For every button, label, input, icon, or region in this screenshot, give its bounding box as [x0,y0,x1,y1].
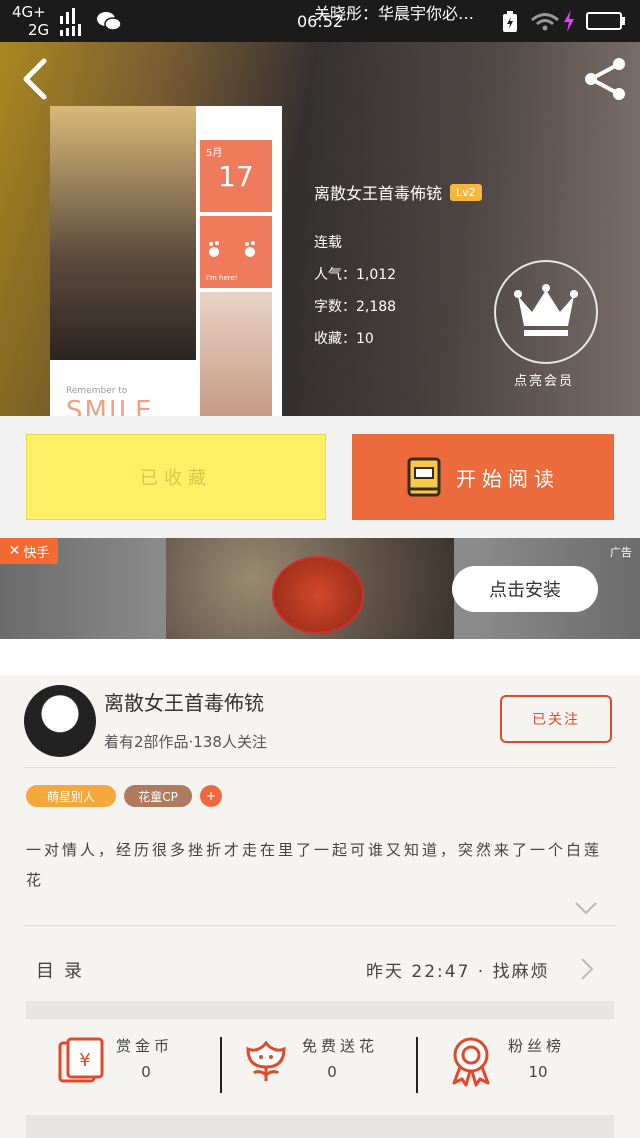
back-button[interactable] [14,54,54,104]
stat-popularity: 人气：1,012 [314,264,396,284]
reward-fan-ranking[interactable]: 粉丝榜 10 [448,1031,608,1101]
cover-im-here: I'm here! [206,274,238,282]
toc-label[interactable]: 目录 [36,957,92,983]
book-description: 一对情人，经历很多挫折才走在里了一起可谁又知道，突然来了一个白莲花 [26,841,603,889]
stat-word-count: 字数：2,188 [314,296,396,316]
ad-dish-highlight [272,556,364,634]
author-section: 离散女王首毒佈铳 着有2部作品·138人关注 已关注 萌星别人 花童CP + 一… [0,675,640,1138]
follow-button[interactable]: 已关注 [500,695,612,743]
avatar[interactable] [24,685,96,757]
cover-day: 17 [218,160,254,193]
vertical-divider [416,1037,418,1093]
start-reading-label: 开始阅读 [456,466,560,491]
wifi-icon [531,13,559,31]
bottom-bar [26,1115,614,1138]
stat-label: 收藏： [314,331,356,347]
book-author[interactable]: 离散女王首毒佈铳 [314,180,442,204]
ad-image [166,538,454,639]
stat-label: 人气： [314,267,356,283]
reward-label: 粉丝榜 [508,1037,566,1055]
stat-value: 10 [356,331,374,347]
ad-install-button[interactable]: 点击安装 [452,566,598,612]
tag-chip[interactable]: 花童CP [124,785,192,807]
start-reading-button[interactable]: 开始阅读 [352,434,614,520]
stat-value: 2,188 [356,299,397,315]
book-icon [407,457,441,497]
expand-chevron-icon[interactable] [574,901,598,915]
tag-chip[interactable]: 萌星别人 [26,785,116,807]
cover-smile-text: SMILE [66,396,154,416]
reward-value: 10 [528,1063,548,1081]
cover-photo-secondary [200,292,272,416]
divider [24,767,616,768]
ad-brand-label: 快手 [23,545,50,561]
charging-icon [564,10,574,32]
author-subtitle: 着有2部作品·138人关注 [104,733,267,751]
reward-value: 0 [327,1063,337,1081]
medal-icon [452,1037,490,1087]
svg-text:¥: ¥ [79,1050,90,1071]
share-icon [585,58,625,100]
cover-photo-main [50,106,196,360]
reward-free-flowers[interactable]: 免费送花 0 [242,1031,402,1101]
reward-value: 0 [141,1063,151,1081]
stat-favorites: 收藏：10 [314,328,374,348]
share-button[interactable] [578,54,632,104]
reward-gold-coins[interactable]: ¥ 赏金币 0 [56,1031,216,1101]
battery-saver-icon [503,11,517,32]
cover-month: 5月 [206,148,223,159]
book-status: 连载 [314,235,342,251]
ad-banner[interactable]: ✕ 快手 广告 点击安装 [0,538,640,639]
cover-date-tile: 5月 17 [200,140,272,212]
toc-update-text: 昨天 22:47 · 找麻烦 [366,962,550,982]
vip-label: 点亮会员 [513,374,574,389]
battery-icon [586,12,625,30]
reward-label: 赏金币 [116,1037,174,1055]
ad-tag: 广告 [610,546,632,559]
author-level-badge: Lv2 [450,183,482,201]
chevron-right-icon[interactable] [580,957,594,981]
book-author-row[interactable]: 离散女王首毒佈铳 Lv2 [314,180,482,204]
cover-remember-text: Remember to [66,386,128,396]
added-to-shelf-button[interactable]: 已收藏 [26,434,326,520]
divider [24,925,616,926]
section-spacer [0,639,640,675]
stat-label: 字数： [314,299,356,315]
ad-close-icon[interactable]: ✕ [9,543,21,559]
action-bar: 已收藏 开始阅读 [0,416,640,538]
paw-icon [209,241,255,257]
red-envelope-icon: ¥ [58,1037,104,1083]
flower-icon [246,1040,286,1081]
book-cover: 5月 17 I'm here! Remember to SMILE [50,106,282,416]
vertical-divider [220,1037,222,1093]
added-to-shelf-label: 已收藏 [140,468,212,489]
cover-paw-tile: I'm here! [200,216,272,288]
stat-value: 1,012 [356,267,397,283]
toc-latest-update[interactable]: 昨天 22:47 · 找麻烦 [366,957,550,982]
book-title: 关晓彤：华晨宇你必… [314,4,475,23]
reward-label: 免费送花 [302,1037,379,1055]
vip-button[interactable] [494,260,598,364]
author-name[interactable]: 离散女王首毒佈铳 [104,687,264,716]
crown-icon [514,284,578,336]
chevron-left-icon [23,58,47,100]
add-tag-button[interactable]: + [200,785,222,807]
ad-brand-badge: ✕ 快手 [0,538,58,564]
section-divider-bar [26,1001,614,1019]
